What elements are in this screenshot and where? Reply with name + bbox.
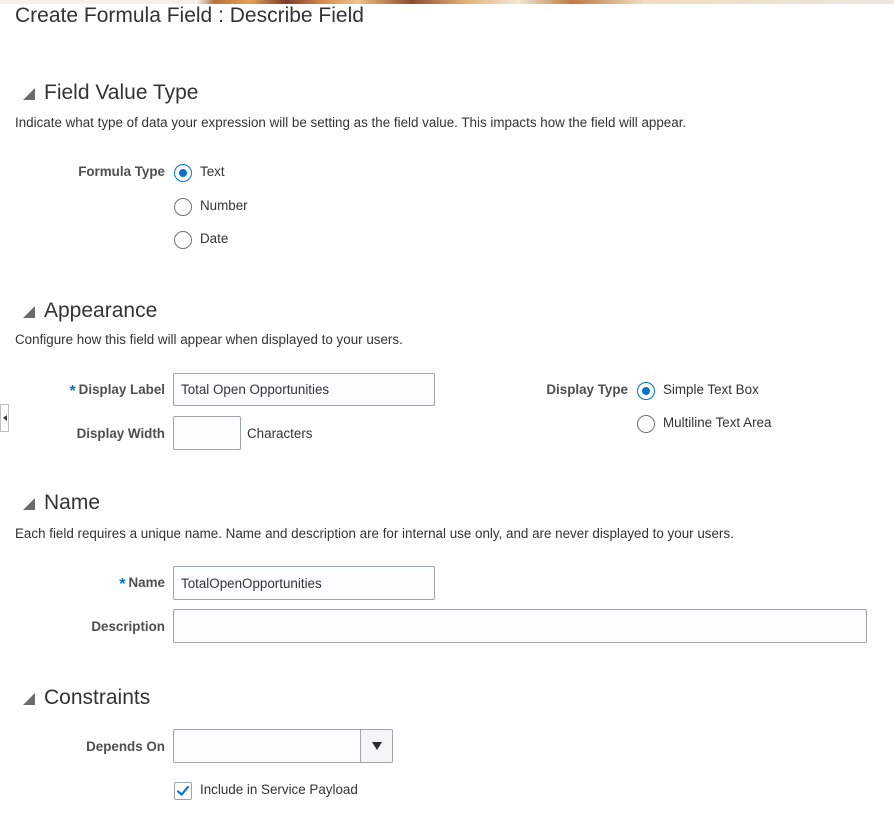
display-width-label: Display Width bbox=[76, 426, 165, 441]
include-payload-label[interactable]: Include in Service Payload bbox=[200, 782, 358, 797]
collapse-triangle-icon[interactable] bbox=[22, 305, 35, 318]
depends-on-dropdown-button[interactable] bbox=[360, 730, 392, 762]
display-type-simple-label[interactable]: Simple Text Box bbox=[663, 382, 759, 397]
section-instruction: Indicate what type of data your expressi… bbox=[15, 115, 687, 130]
checkmark-icon bbox=[177, 785, 189, 796]
section-title: Name bbox=[44, 491, 101, 514]
section-instruction: Configure how this field will appear whe… bbox=[15, 332, 403, 347]
section-header-field-value-type[interactable]: Field Value Type bbox=[22, 80, 199, 106]
display-width-input[interactable] bbox=[173, 416, 241, 450]
formula-type-number-radio[interactable] bbox=[174, 198, 192, 216]
section-title: Constraints bbox=[44, 686, 151, 709]
panel-splitter-handle[interactable] bbox=[0, 404, 9, 432]
caret-down-icon bbox=[371, 742, 382, 750]
display-type-simple-radio[interactable] bbox=[637, 382, 655, 400]
section-instruction: Each field requires a unique name. Name … bbox=[15, 526, 734, 541]
formula-type-text-radio[interactable] bbox=[174, 164, 192, 182]
display-type-label: Display Type bbox=[546, 382, 628, 397]
required-asterisk: * bbox=[119, 576, 126, 593]
display-label-text: Display Label bbox=[78, 382, 165, 397]
name-label: * Name bbox=[15, 574, 165, 593]
description-label: Description bbox=[91, 619, 165, 634]
depends-on-label: Depends On bbox=[86, 739, 165, 754]
section-header-appearance[interactable]: Appearance bbox=[22, 298, 157, 324]
name-input[interactable] bbox=[173, 566, 435, 600]
collapse-triangle-icon[interactable] bbox=[22, 692, 35, 705]
formula-type-text-label[interactable]: Text bbox=[200, 164, 225, 179]
include-payload-checkbox[interactable] bbox=[174, 782, 192, 800]
collapse-triangle-icon[interactable] bbox=[22, 87, 35, 100]
section-title: Appearance bbox=[44, 299, 158, 322]
display-type-multiline-label[interactable]: Multiline Text Area bbox=[663, 415, 771, 430]
name-label-text: Name bbox=[128, 575, 165, 590]
formula-type-label: Formula Type bbox=[78, 164, 165, 179]
arrow-left-icon bbox=[2, 415, 7, 421]
section-title: Field Value Type bbox=[44, 81, 199, 104]
collapse-triangle-icon[interactable] bbox=[22, 497, 35, 510]
section-header-name[interactable]: Name bbox=[22, 490, 100, 516]
depends-on-select[interactable] bbox=[173, 729, 393, 763]
display-label-label: * Display Label bbox=[15, 381, 165, 400]
section-header-constraints[interactable]: Constraints bbox=[22, 685, 150, 711]
required-asterisk: * bbox=[69, 383, 76, 400]
page-title: Create Formula Field : Describe Field bbox=[15, 4, 364, 27]
display-label-input[interactable] bbox=[173, 373, 435, 406]
description-input[interactable] bbox=[173, 609, 867, 643]
formula-type-date-radio[interactable] bbox=[174, 231, 192, 249]
formula-type-date-label[interactable]: Date bbox=[200, 231, 228, 246]
display-width-unit: Characters bbox=[247, 426, 313, 441]
display-type-multiline-radio[interactable] bbox=[637, 415, 655, 433]
formula-type-number-label[interactable]: Number bbox=[200, 198, 248, 213]
